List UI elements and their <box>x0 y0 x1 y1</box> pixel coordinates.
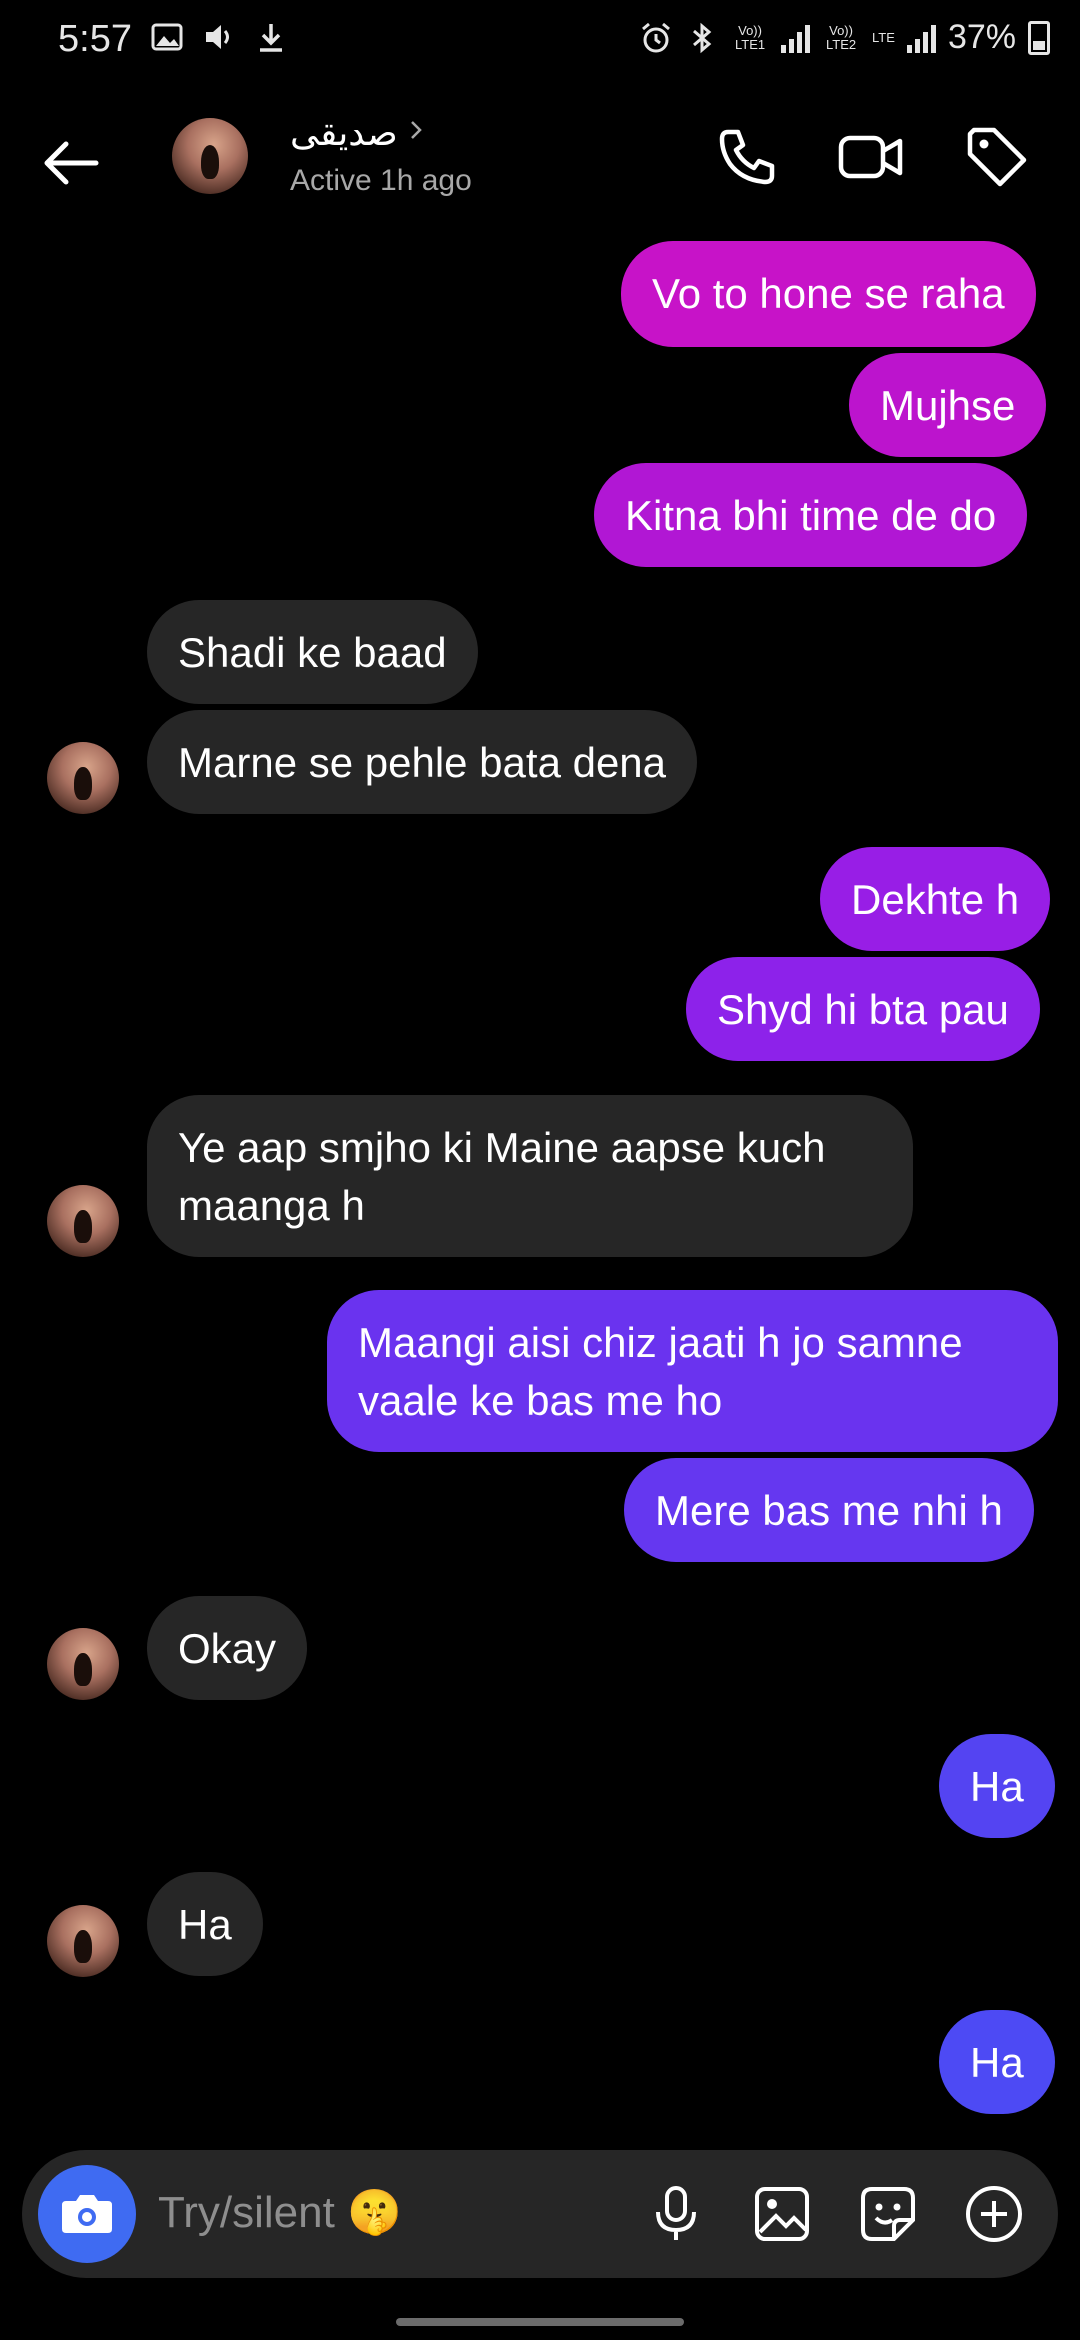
phone-call-icon[interactable] <box>712 122 782 192</box>
message-received[interactable]: Marne se pehle bata dena <box>147 710 698 814</box>
gallery-notification-icon <box>151 23 183 51</box>
sticker-icon[interactable] <box>854 2180 922 2248</box>
sender-avatar[interactable] <box>47 1905 119 1977</box>
message-sent[interactable]: Mujhse <box>849 353 1047 457</box>
sender-avatar[interactable] <box>47 742 119 814</box>
sim2-label: Vo)) LTE2 <box>825 22 857 52</box>
message-sent[interactable]: Ha <box>939 2010 1055 2114</box>
sender-avatar[interactable] <box>47 1628 119 1700</box>
sim1-signal-icon <box>781 23 811 53</box>
message-received[interactable]: Shadi ke baad <box>147 600 478 704</box>
sender-avatar[interactable] <box>47 1185 119 1257</box>
camera-icon <box>62 2195 112 2233</box>
video-call-icon[interactable] <box>836 122 906 192</box>
home-indicator[interactable] <box>396 2318 684 2326</box>
status-right-icons: Vo)) LTE1 Vo)) LTE2 LTE 37% <box>639 18 1050 57</box>
sim2-signal-icon <box>906 23 936 53</box>
message-input[interactable]: Try/silent 🤫 <box>158 2186 402 2238</box>
message-composer: Try/silent 🤫 <box>22 2150 1058 2278</box>
bluetooth-icon <box>693 22 712 53</box>
message-sent[interactable]: Vo to hone se raha <box>621 241 1036 347</box>
alarm-icon <box>642 22 671 52</box>
message-sent[interactable]: Mere bas me nhi h <box>624 1458 1034 1562</box>
microphone-icon[interactable] <box>642 2180 710 2248</box>
download-notification-icon <box>260 24 282 52</box>
message-sent[interactable]: Ha <box>939 1734 1055 1838</box>
sim1-label: Vo)) LTE1 <box>734 22 766 52</box>
contact-name[interactable]: صديقى <box>290 112 398 154</box>
volume-notification-icon <box>206 25 229 49</box>
back-arrow-icon[interactable] <box>36 128 106 198</box>
camera-button[interactable] <box>38 2165 136 2263</box>
lte-label: LTE <box>872 29 895 45</box>
status-time: 5:57 <box>58 18 132 60</box>
message-received[interactable]: Okay <box>147 1596 308 1700</box>
contact-avatar[interactable] <box>172 118 248 194</box>
battery-percent: 37% <box>947 18 1016 56</box>
status-bar: 5:57 Vo)) LTE1 Vo)) LTE2 LTE 37% <box>0 0 1080 84</box>
chat-header: صديقى Active 1h ago <box>0 84 1080 234</box>
message-sent[interactable]: Kitna bhi time de do <box>594 463 1028 567</box>
message-sent[interactable]: Maangi aisi chiz jaati h jo samne vaale … <box>327 1290 1058 1452</box>
message-received[interactable]: Ye aap smjho ki Maine aapse kuch maanga … <box>147 1095 913 1257</box>
battery-icon <box>1028 20 1050 55</box>
active-status: Active 1h ago <box>290 164 472 197</box>
gallery-icon[interactable] <box>748 2180 816 2248</box>
chevron-right-icon[interactable] <box>404 118 428 142</box>
tag-icon[interactable] <box>962 122 1032 192</box>
message-sent[interactable]: Shyd hi bta pau <box>686 957 1040 1061</box>
add-plus-icon[interactable] <box>960 2180 1028 2248</box>
message-sent[interactable]: Dekhte h <box>820 847 1051 951</box>
message-received[interactable]: Ha <box>147 1872 263 1976</box>
status-left-icons <box>150 20 288 54</box>
